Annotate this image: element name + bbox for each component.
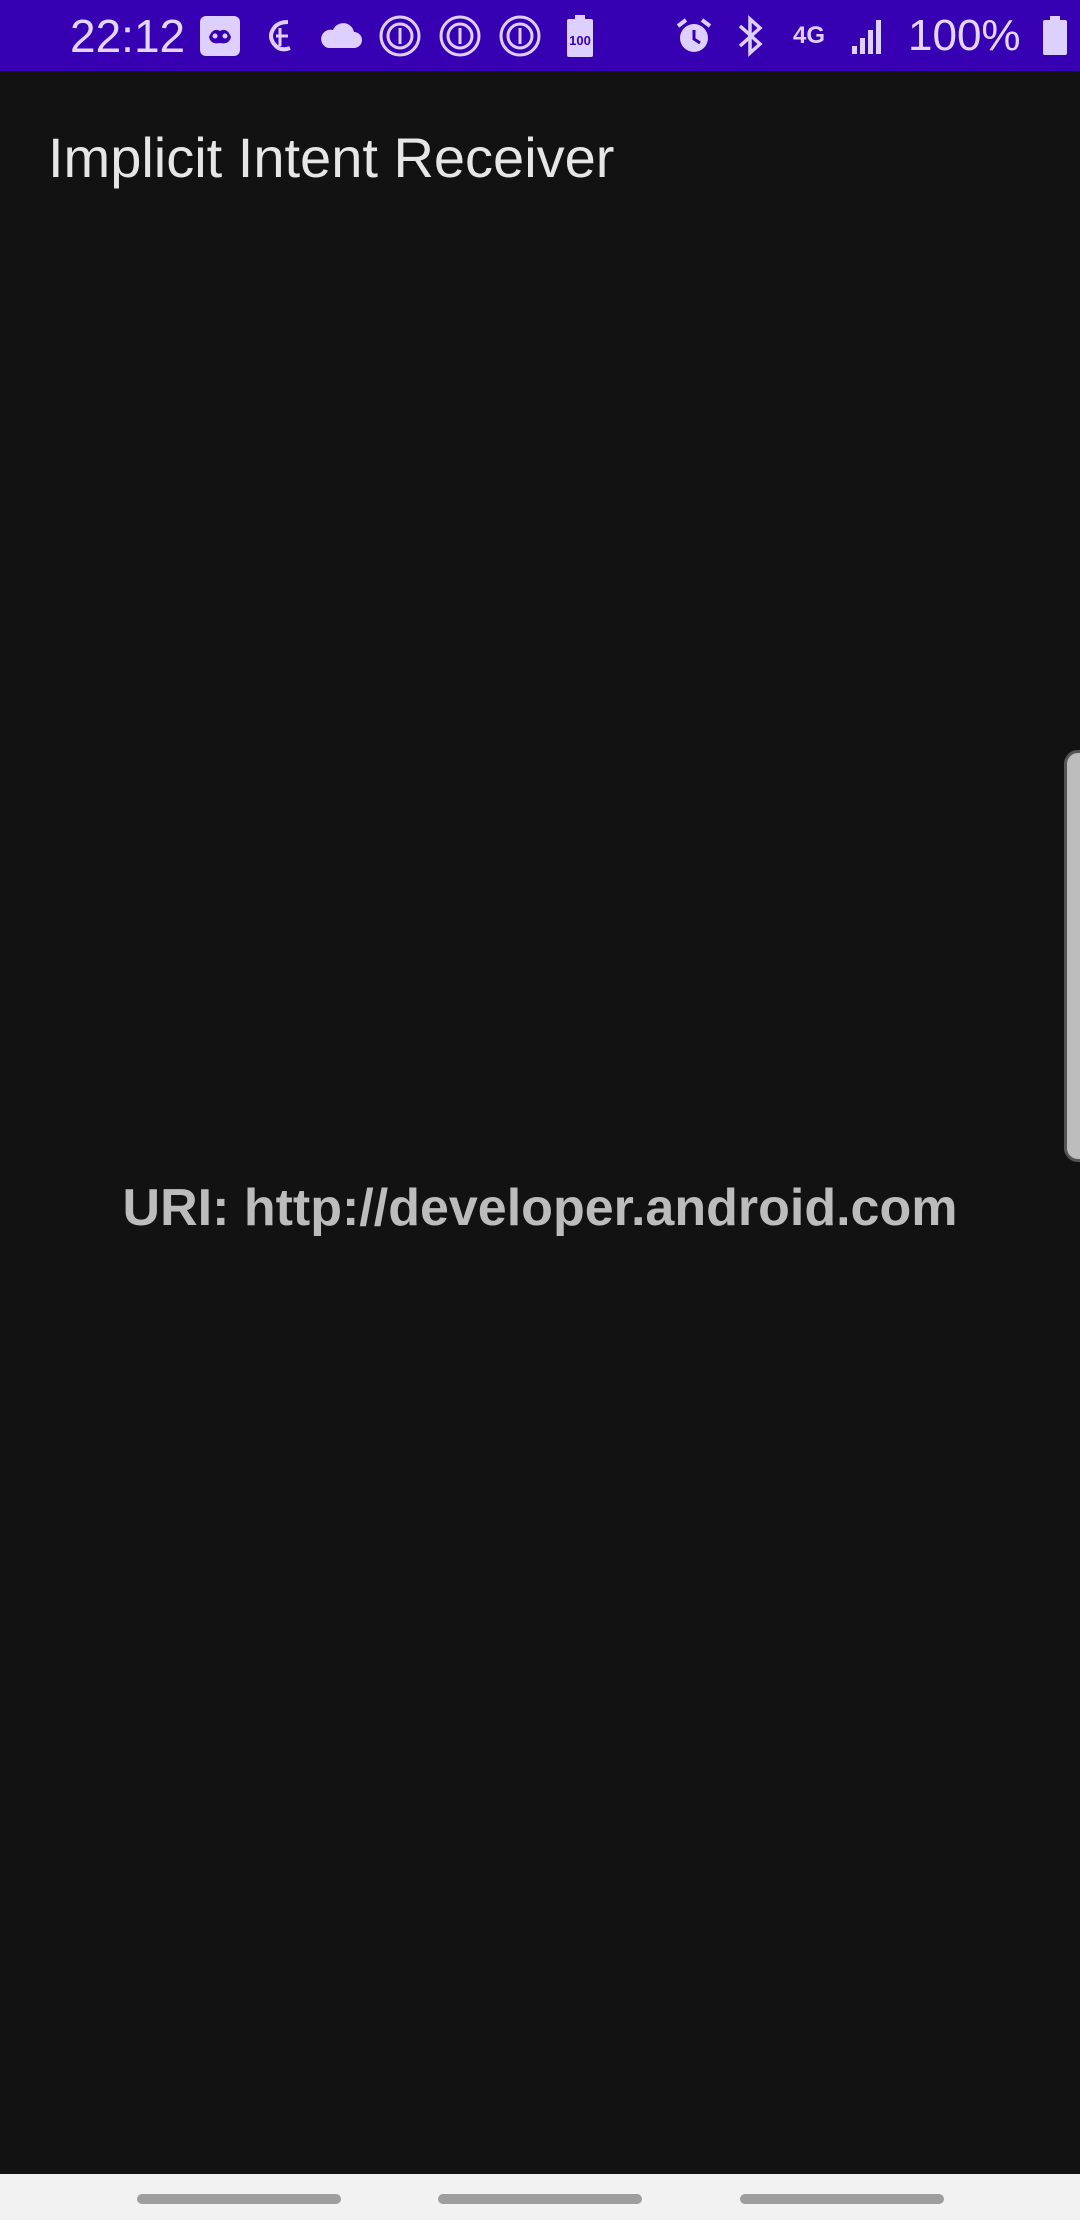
fingerprint-icon	[498, 14, 542, 58]
network-type-label: 4G	[792, 22, 825, 49]
back-pill[interactable]	[740, 2194, 944, 2204]
alarm-icon	[672, 14, 716, 58]
game-controller-icon	[198, 14, 242, 58]
navigation-bar	[0, 2174, 1080, 2220]
cloud-icon	[318, 14, 362, 58]
battery-icon	[1033, 14, 1077, 58]
app-title: Implicit Intent Receiver	[48, 126, 615, 189]
battery-percent: 100%	[908, 11, 1021, 60]
status-left-icons: 100	[198, 12, 602, 60]
uri-label: URI: http://developer.android.com	[122, 1179, 958, 1237]
fingerprint-icon	[438, 14, 482, 58]
bluetooth-icon	[728, 14, 772, 58]
battery-saver-icon: 100	[558, 14, 602, 58]
signal-icon	[846, 14, 890, 58]
status-time: 22:12	[70, 10, 186, 62]
fingerprint-icon	[378, 14, 422, 58]
status-right-icons: 4G 100%	[672, 12, 1077, 60]
nyt-icon	[258, 14, 302, 58]
home-pill[interactable]	[438, 2194, 642, 2204]
4g-icon: 4G	[784, 14, 834, 58]
edge-panel-handle[interactable]	[1064, 750, 1080, 1162]
battery-saver-badge: 100	[569, 32, 591, 48]
recent-apps-pill[interactable]	[137, 2194, 341, 2204]
status-bar: 22:12 100 4G 100%	[0, 0, 1080, 71]
